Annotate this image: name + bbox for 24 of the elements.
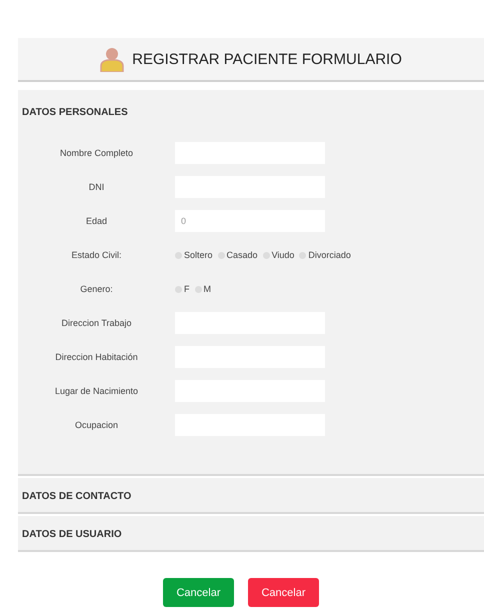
field-label: Direccion Trabajo (60, 318, 133, 328)
radio-label: F (184, 284, 190, 294)
field-label: Nombre Completo (58, 148, 134, 158)
radio-label: Viudo (272, 250, 294, 260)
radio-label: M (204, 284, 211, 294)
field-label: Edad (84, 216, 108, 226)
field-label: Lugar de Nacimiento (54, 386, 140, 396)
radio-label: Soltero (184, 250, 213, 260)
cancel-button[interactable]: Cancelar (248, 578, 319, 607)
field-label: Genero: (79, 284, 114, 294)
field-label: Ocupacion (74, 420, 120, 430)
field-label: Estado Civil: (70, 250, 123, 260)
section-title: DATOS DE CONTACTO (21, 491, 132, 502)
person-icon (100, 46, 124, 72)
field-label: Direccion Habitación (54, 352, 139, 362)
form-title: REGISTRAR PACIENTE FORMULARIO (132, 50, 402, 68)
section-title: DATOS DE USUARIO (21, 529, 122, 540)
section-panel[interactable]: DATOS DE USUARIO (18, 516, 484, 552)
section-panel[interactable]: DATOS DE CONTACTO (18, 478, 484, 514)
section-title: DATOS PERSONALES (21, 107, 128, 118)
field-label: DNI (88, 182, 106, 192)
radio-label: Divorciado (308, 250, 351, 260)
radio-label: Casado (226, 250, 258, 260)
section-panel[interactable]: DATOS PERSONALES Nombre Completo DNI Edad 0 Estado Civil: Soltero Casado Viudo Divorciado Genero: F M Direccion Trabajo Direccion Habitación Lugar de Nacimiento Ocupacion (18, 90, 484, 476)
